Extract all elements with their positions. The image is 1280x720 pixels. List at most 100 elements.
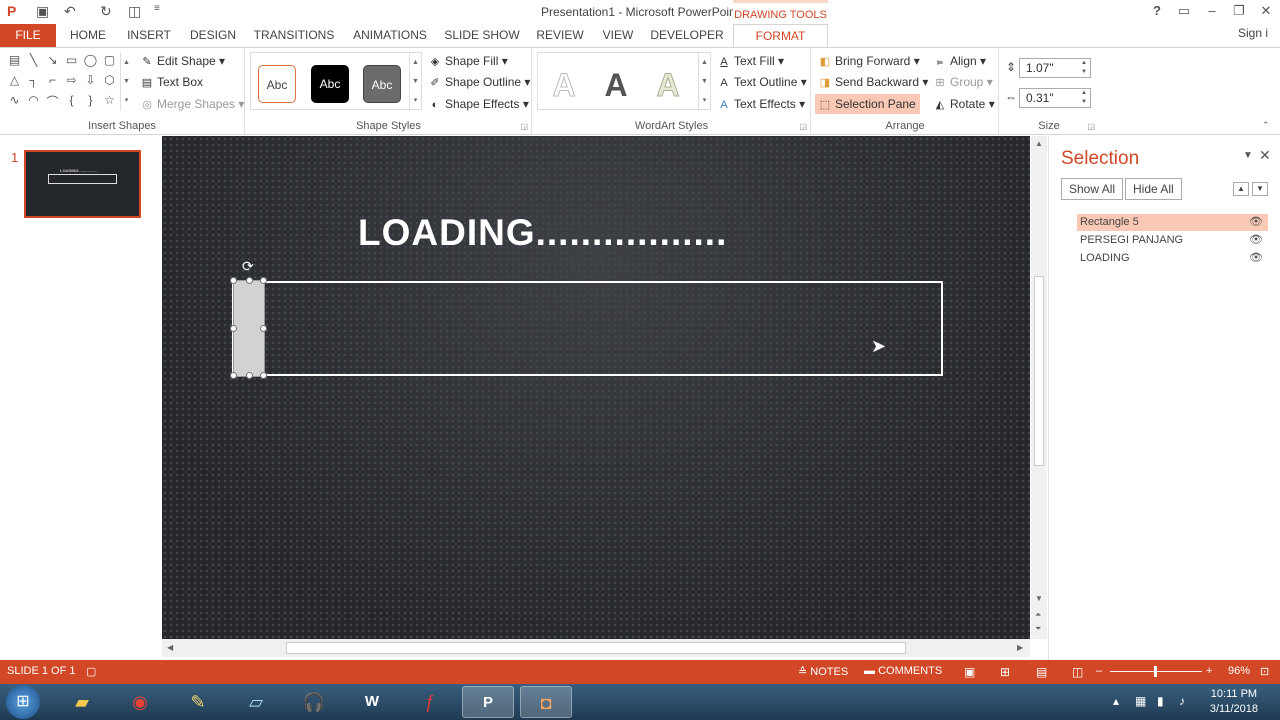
tab-slide-show[interactable]: SLIDE SHOW (444, 24, 520, 48)
send-backward-button[interactable]: ◨ Send Backward ▾ (818, 72, 929, 92)
reading-view-icon[interactable]: ▤ (1036, 665, 1047, 679)
shape-styles-launcher-icon[interactable]: ◲ (520, 122, 528, 131)
sign-in-link[interactable]: Sign i (1238, 26, 1268, 40)
ribbon-display-icon[interactable]: ▭ (1173, 3, 1195, 19)
tab-design[interactable]: DESIGN (186, 24, 240, 48)
text-outline-button[interactable]: A Text Outline ▾ (717, 72, 806, 92)
shape-outline-button[interactable]: ✐ Shape Outline ▾ (428, 72, 530, 92)
bring-forward-arrow-icon[interactable]: ▲ (1233, 182, 1249, 196)
rotate-handle-icon[interactable]: ⟳ (242, 258, 254, 275)
wordart-style-outline[interactable]: A (544, 67, 584, 104)
size-launcher-icon[interactable]: ◲ (1087, 122, 1095, 131)
vertical-scrollbar[interactable]: ▲ ▼ ⏶ ⏷ (1031, 136, 1047, 639)
arrow-line-shape-icon[interactable]: ↘ (44, 53, 61, 67)
wordart-scroll[interactable]: ▲ ▼ ▾ (698, 53, 710, 111)
text-fill-button[interactable]: A Text Fill ▾ (717, 51, 784, 71)
send-backward-arrow-icon[interactable]: ▼ (1252, 182, 1268, 196)
horizontal-scroll-thumb[interactable] (286, 642, 906, 654)
rounded-rectangle-shape-icon[interactable]: ▢ (101, 53, 118, 67)
shapes-gallery-scroll[interactable]: ▲ ▼ ▾ (120, 53, 132, 111)
align-button[interactable]: ⫢ Align ▾ (933, 51, 986, 71)
headphones-icon[interactable]: 🎧 (288, 686, 340, 718)
freeform-shape-icon[interactable]: ⌒ (44, 93, 61, 110)
slide-show-icon[interactable]: ◫ (1072, 665, 1083, 679)
slide-sorter-icon[interactable]: ⊞ (1000, 665, 1010, 679)
zoom-in-icon[interactable]: + (1206, 665, 1212, 677)
collapse-ribbon-icon[interactable]: ⌃ (1262, 120, 1270, 131)
tab-transitions[interactable]: TRANSITIONS (252, 24, 336, 48)
comments-button[interactable]: ▬ COMMENTS (864, 665, 942, 677)
wordart-style-solid[interactable]: A (596, 67, 636, 104)
shape-style-outline[interactable]: Abc (258, 65, 296, 103)
recorder-icon[interactable]: ◘ (520, 686, 572, 718)
undo-icon[interactable]: ↶ (64, 3, 76, 20)
network-icon[interactable]: ▦ (1135, 694, 1146, 708)
zoom-level[interactable]: 96% (1228, 665, 1250, 677)
previous-slide-icon[interactable]: ⏶ (1035, 610, 1041, 620)
notes-button[interactable]: ≙ NOTES (798, 665, 848, 678)
resize-handle-bottom-right[interactable] (260, 372, 267, 379)
paint-icon[interactable]: ✎ (172, 686, 224, 718)
shape-fill-button[interactable]: ◈ Shape Fill ▾ (428, 51, 508, 71)
tray-expand-icon[interactable]: ▴ (1113, 694, 1119, 708)
tab-developer[interactable]: DEVELOPER (650, 24, 724, 48)
customize-toolbar-icon[interactable]: ≡ (154, 3, 160, 14)
flash-icon[interactable]: ƒ (404, 686, 456, 718)
horizontal-scrollbar[interactable]: ◀ ▶ (162, 639, 1030, 657)
edit-shape-button[interactable]: ✎ Edit Shape ▾ (140, 51, 225, 71)
tab-insert[interactable]: INSERT (122, 24, 176, 48)
visibility-eye-icon[interactable]: 👁 (1249, 232, 1263, 249)
resize-handle-top[interactable] (246, 277, 253, 284)
text-box-shape-icon[interactable]: ▤ (6, 53, 23, 67)
elbow-connector-shape-icon[interactable]: ┐ (25, 73, 42, 87)
save-icon[interactable]: ▣ (36, 3, 49, 20)
height-spinner-icon[interactable]: ▲ ▼ (1081, 59, 1087, 77)
selection-item[interactable]: Rectangle 5 👁 (1077, 214, 1268, 231)
visibility-eye-icon[interactable]: 👁 (1249, 250, 1263, 267)
right-brace-shape-icon[interactable]: } (82, 93, 99, 107)
volume-icon[interactable]: ♪ (1179, 694, 1185, 708)
spell-check-icon[interactable]: ▢ (86, 665, 96, 678)
tab-file[interactable]: FILE (0, 24, 56, 48)
tab-animations[interactable]: ANIMATIONS (348, 24, 432, 48)
chrome-icon[interactable]: ◉ (114, 686, 166, 718)
show-all-button[interactable]: Show All (1061, 178, 1124, 200)
resize-handle-right[interactable] (260, 325, 267, 332)
close-window-icon[interactable]: ✕ (1255, 3, 1277, 19)
selection-pane-button[interactable]: ⬚ Selection Pane (815, 94, 920, 114)
scroll-up-icon[interactable]: ▲ (1035, 139, 1043, 148)
resize-handle-top-left[interactable] (230, 277, 237, 284)
group-button[interactable]: ⊞ Group ▾ (933, 72, 992, 92)
arc-shape-icon[interactable]: ◠ (25, 93, 42, 107)
down-arrow-shape-icon[interactable]: ⇩ (82, 73, 99, 87)
scroll-down-icon[interactable]: ▼ (1035, 594, 1043, 603)
oval-shape-icon[interactable]: ◯ (82, 53, 99, 67)
word-icon[interactable]: W (346, 686, 398, 718)
pane-options-icon[interactable]: ▼ (1243, 150, 1253, 161)
shape-height-input[interactable]: 1.07" ▲ ▼ (1019, 58, 1091, 78)
curve-shape-icon[interactable]: ∿ (6, 93, 23, 107)
shape-style-gray[interactable]: Abc (363, 65, 401, 103)
close-pane-icon[interactable]: ✕ (1259, 147, 1271, 164)
tab-home[interactable]: HOME (62, 24, 114, 48)
tab-view[interactable]: VIEW (598, 24, 638, 48)
scroll-right-icon[interactable]: ▶ (1017, 643, 1023, 652)
slide-title[interactable]: LOADING................. (358, 212, 768, 254)
resize-handle-left[interactable] (230, 325, 237, 332)
slide-canvas[interactable]: LOADING................. ⟳ ➤ (162, 136, 1030, 639)
shape-width-input[interactable]: 0.31" ▲ ▼ (1019, 88, 1091, 108)
wordart-style-light[interactable]: A (648, 67, 688, 104)
text-box-button[interactable]: ▤ Text Box (140, 72, 203, 92)
zoom-slider-thumb[interactable] (1154, 666, 1157, 677)
star-shape-icon[interactable]: ☆ (101, 93, 118, 107)
maximize-icon[interactable]: ❐ (1228, 3, 1250, 19)
resize-handle-bottom[interactable] (246, 372, 253, 379)
next-slide-icon[interactable]: ⏷ (1035, 624, 1041, 634)
shape-effects-button[interactable]: ◐ Shape Effects ▾ (428, 94, 529, 114)
text-effects-button[interactable]: A Text Effects ▾ (717, 94, 805, 114)
app-icon[interactable]: ▱ (230, 686, 282, 718)
connector-shape-icon[interactable]: ⌐ (44, 73, 61, 87)
selection-item[interactable]: PERSEGI PANJANG 👁 (1077, 232, 1268, 249)
visibility-eye-icon[interactable]: 👁 (1249, 214, 1263, 231)
signal-icon[interactable]: ▮ (1157, 694, 1164, 708)
